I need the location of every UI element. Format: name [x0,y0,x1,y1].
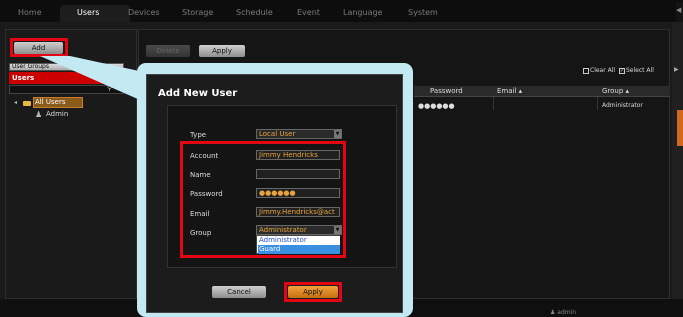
select-all-label: Select All [626,67,654,74]
column-password[interactable]: Password [430,87,463,95]
user-groups-tab[interactable]: User Groups [9,63,124,71]
tab-storage[interactable]: Storage [182,8,213,17]
tab-home[interactable]: Home [18,8,42,17]
column-divider [597,97,598,110]
column-group[interactable]: Group ▴ [602,87,629,95]
apply-button-highlight [284,282,342,302]
apply-toolbar-button[interactable]: Apply [199,45,245,57]
tree-item-label: All Users [35,98,66,106]
column-email[interactable]: Email ▴ [497,87,522,95]
row-group: Administrator [602,102,643,109]
status-user: ♟ admin [550,309,577,316]
status-user-label: admin [557,309,577,316]
row-password: ●●●●●● [418,102,455,110]
cancel-button[interactable]: Cancel [212,286,266,298]
type-label: Type [190,131,207,139]
chevron-left-icon: ◀ [676,6,682,14]
tab-event[interactable]: Event [297,8,320,17]
column-divider [493,97,494,110]
dialog-title: Add New User [158,88,238,99]
tab-devices[interactable]: Devices [128,8,160,17]
tab-language[interactable]: Language [343,8,382,17]
checkbox-icon [583,67,589,74]
search-icon[interactable]: ⚲ [107,84,112,92]
users-tab[interactable]: Users [12,74,34,82]
add-button-highlight [10,38,68,57]
form-fields-highlight [180,141,346,258]
right-edge-bar: ▶ [672,22,683,299]
type-select[interactable]: Local User [256,129,342,139]
tree-item-admin[interactable]: Admin [46,110,68,118]
folder-icon [23,101,31,106]
collapse-arrow-button[interactable]: ◀ [676,2,683,22]
clear-all-label: Clear All [590,67,616,74]
chevron-down-icon[interactable]: ▼ [334,130,341,138]
tab-users[interactable]: Users [77,8,99,17]
tab-system[interactable]: System [408,8,438,17]
tab-schedule[interactable]: Schedule [236,8,273,17]
tree-collapse-icon[interactable]: ◂ [14,99,17,106]
delete-button[interactable]: Delete [146,45,190,57]
clear-all-checkbox[interactable]: Clear All [583,67,615,74]
checkmark-icon: ✓ [619,67,625,74]
select-all-checkbox[interactable]: ✓ Select All [619,67,654,74]
user-icon: ♟ [35,110,43,119]
side-handle[interactable] [677,110,683,146]
chevron-right-icon[interactable]: ▶ [674,66,679,73]
